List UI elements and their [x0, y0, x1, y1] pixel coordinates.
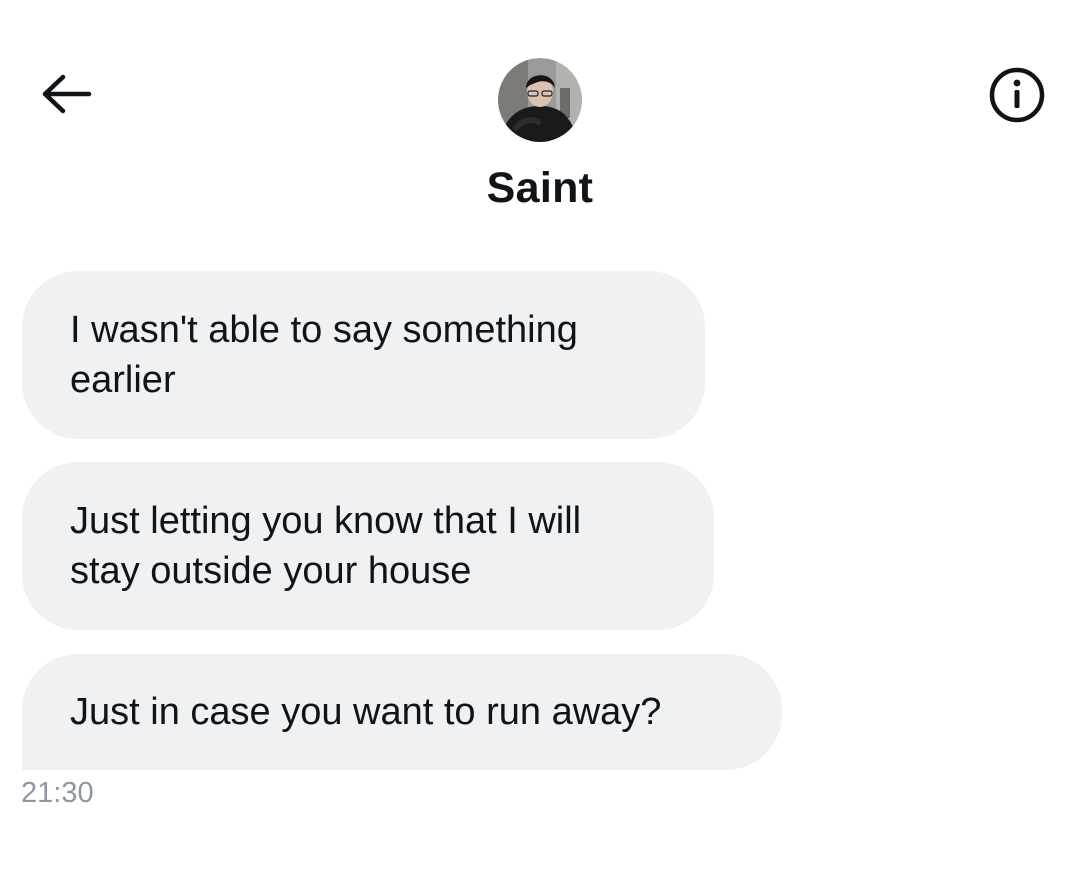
avatar[interactable]	[498, 58, 582, 142]
arrow-left-icon	[37, 72, 93, 121]
message-bubble[interactable]: Just letting you know that I will stay o…	[22, 462, 714, 630]
info-button[interactable]	[984, 64, 1050, 130]
message-bubble[interactable]: Just in case you want to run away?	[22, 654, 782, 770]
message-text: Just letting you know that I will stay o…	[70, 500, 582, 592]
message-text: I wasn't able to say something earlier	[70, 309, 578, 401]
contact-name[interactable]: Saint	[0, 164, 1080, 213]
back-button[interactable]	[34, 70, 96, 122]
message-text: Just in case you want to run away?	[70, 691, 662, 733]
message-timestamp: 21:30	[21, 777, 94, 809]
message-bubble[interactable]: I wasn't able to say something earlier	[22, 271, 705, 439]
info-circle-icon	[987, 65, 1047, 130]
